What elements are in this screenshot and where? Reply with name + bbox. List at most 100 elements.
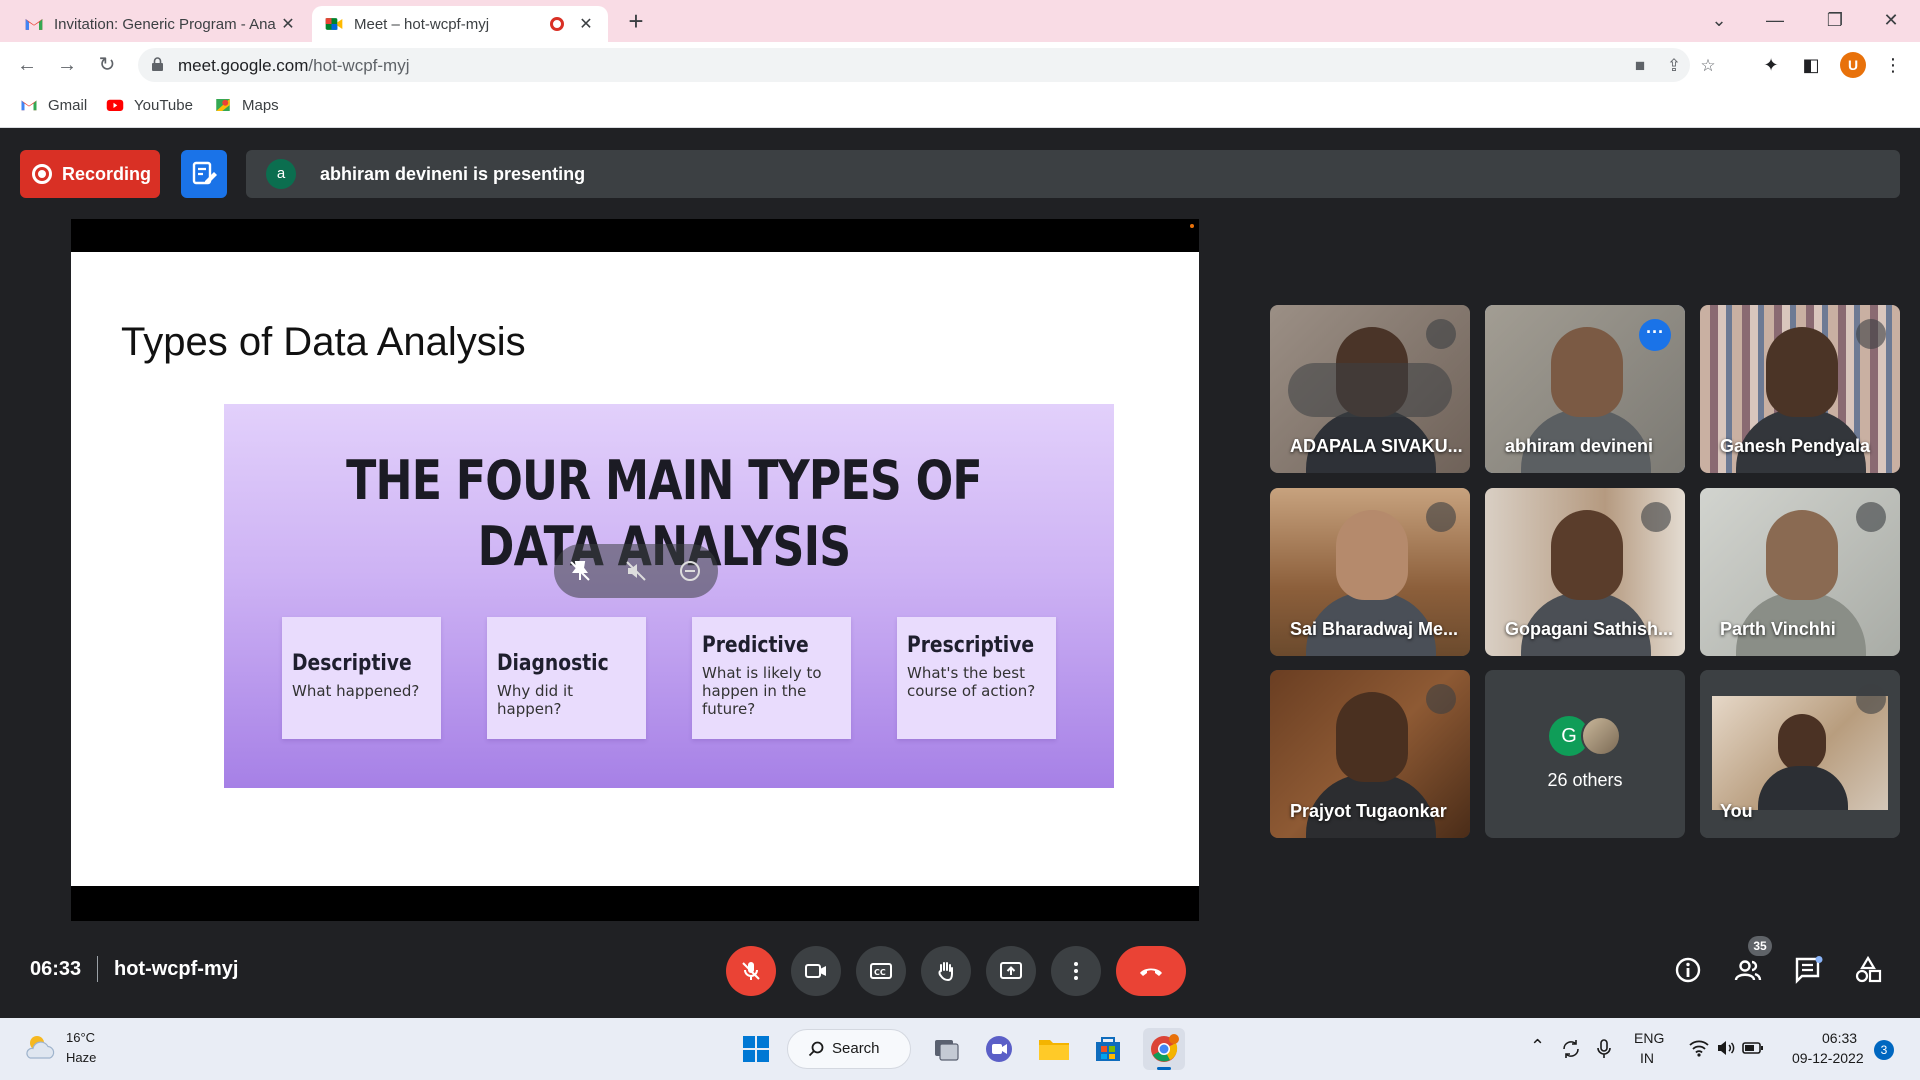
maps-icon bbox=[216, 99, 230, 111]
chat-button[interactable] bbox=[1786, 948, 1830, 992]
microphone-tray-icon[interactable] bbox=[1594, 1038, 1614, 1060]
weather-condition: Haze bbox=[66, 1050, 97, 1065]
camera-toggle-button[interactable] bbox=[791, 946, 841, 996]
bookmarks-bar: Gmail YouTube Maps bbox=[0, 88, 1920, 128]
mute-audio-icon[interactable] bbox=[624, 559, 648, 583]
close-tab-icon[interactable]: ✕ bbox=[576, 14, 596, 34]
clock-time[interactable]: 06:33 bbox=[1822, 1030, 1857, 1046]
others-tile[interactable]: G 26 others bbox=[1485, 670, 1685, 838]
camera-in-use-icon[interactable]: ■ bbox=[1628, 54, 1652, 78]
tab-gmail-invitation[interactable]: Invitation: Generic Program - Ana ✕ bbox=[12, 6, 310, 42]
mic-off-icon bbox=[1641, 502, 1671, 532]
weather-temperature: 16°C bbox=[66, 1030, 96, 1045]
participant-tile[interactable]: Sai Bharadwaj Me... bbox=[1270, 488, 1470, 656]
profile-avatar[interactable]: U bbox=[1840, 52, 1866, 78]
card-description: What happened? bbox=[292, 682, 420, 700]
bookmark-star-icon[interactable]: ☆ bbox=[1696, 54, 1720, 78]
close-tab-icon[interactable]: ✕ bbox=[278, 14, 298, 34]
card-title: Diagnostic bbox=[497, 651, 609, 676]
bookmark-gmail[interactable]: Gmail bbox=[20, 96, 87, 114]
bookmark-youtube[interactable]: YouTube bbox=[106, 96, 193, 114]
tile-hover-controls[interactable] bbox=[1288, 363, 1452, 417]
volume-icon[interactable] bbox=[1716, 1038, 1736, 1058]
clock-date[interactable]: 09-12-2022 bbox=[1792, 1050, 1864, 1066]
cloud-sun-icon bbox=[26, 1036, 55, 1059]
participant-name: ADAPALA SIVAKU... bbox=[1290, 436, 1463, 456]
participant-tile-self[interactable]: You bbox=[1700, 670, 1900, 838]
presentation-slide: Types of Data Analysis THE FOUR MAIN TYP… bbox=[71, 252, 1199, 886]
weather-widget[interactable]: 16°C Haze bbox=[22, 1030, 96, 1071]
more-options-button[interactable] bbox=[1051, 946, 1101, 996]
unpin-icon[interactable] bbox=[568, 559, 592, 583]
people-icon bbox=[1734, 960, 1762, 981]
wifi-icon[interactable] bbox=[1688, 1038, 1710, 1058]
reload-button[interactable]: ↻ bbox=[92, 50, 122, 80]
bookmark-maps[interactable]: Maps bbox=[214, 96, 279, 114]
microphone-toggle-button[interactable] bbox=[726, 946, 776, 996]
sync-icon[interactable] bbox=[1560, 1038, 1582, 1060]
participant-tile[interactable]: Ganesh Pendyala bbox=[1700, 305, 1900, 473]
mic-off-icon bbox=[1426, 684, 1456, 714]
people-count-badge: 35 bbox=[1748, 936, 1772, 956]
meeting-details-button[interactable] bbox=[1666, 948, 1710, 992]
chat-icon bbox=[1795, 956, 1823, 984]
close-window-button[interactable]: ✕ bbox=[1866, 4, 1916, 36]
side-panel-icon[interactable]: ◧ bbox=[1798, 52, 1824, 78]
leave-call-button[interactable] bbox=[1116, 946, 1186, 996]
browser-toolbar: ← → ↻ meet.google.com/hot-wcpf-myj ■ ⇪ ☆… bbox=[0, 42, 1920, 88]
participant-tile[interactable]: Parth Vinchhi bbox=[1700, 488, 1900, 656]
more-options-icon[interactable]: ··· bbox=[1639, 319, 1671, 351]
new-tab-button[interactable]: + bbox=[620, 6, 652, 38]
slide-infographic: THE FOUR MAIN TYPES OF DATA ANALYSIS Des… bbox=[224, 404, 1114, 788]
card-diagnostic: Diagnostic Why did it happen? bbox=[487, 617, 646, 739]
minimize-button[interactable]: — bbox=[1750, 4, 1800, 36]
screen-indicator-dot bbox=[1190, 224, 1194, 228]
share-icon[interactable]: ⇪ bbox=[1662, 54, 1686, 78]
menu-kebab-icon[interactable]: ⋮ bbox=[1880, 52, 1906, 78]
card-description: What's the best course of action? bbox=[907, 664, 1036, 700]
heading-line-1: THE FOUR MAIN TYPES OF bbox=[346, 449, 983, 512]
card-title: Predictive bbox=[702, 633, 809, 658]
tab-title: Invitation: Generic Program - Ana bbox=[54, 15, 276, 33]
tab-title: Meet – hot-wcpf-myj bbox=[354, 15, 490, 33]
participant-tile[interactable]: ADAPALA SIVAKU... bbox=[1270, 305, 1470, 473]
show-hidden-icons-chevron[interactable]: ⌃ bbox=[1530, 1036, 1545, 1057]
back-button[interactable]: ← bbox=[12, 50, 42, 80]
remove-icon[interactable] bbox=[678, 559, 702, 583]
address-bar[interactable]: meet.google.com/hot-wcpf-myj ■ ⇪ ☆ bbox=[138, 48, 1716, 82]
start-button[interactable] bbox=[735, 1028, 777, 1070]
recording-icon bbox=[32, 164, 52, 184]
forward-button[interactable]: → bbox=[52, 50, 82, 80]
participant-tile[interactable]: Gopagani Sathish... bbox=[1485, 488, 1685, 656]
gmail-icon bbox=[25, 19, 43, 30]
activities-shapes-icon bbox=[1855, 956, 1882, 983]
present-screen-button[interactable] bbox=[986, 946, 1036, 996]
teams-chat-button[interactable] bbox=[978, 1028, 1020, 1070]
raise-hand-button[interactable] bbox=[921, 946, 971, 996]
language-line-2[interactable]: IN bbox=[1640, 1050, 1654, 1066]
microsoft-store-button[interactable] bbox=[1087, 1028, 1129, 1070]
mic-off-icon bbox=[1856, 502, 1886, 532]
take-notes-button[interactable] bbox=[181, 150, 227, 198]
recording-chip[interactable]: Recording bbox=[20, 150, 160, 198]
participant-tile[interactable]: Prajyot Tugaonkar bbox=[1270, 670, 1470, 838]
shared-screen[interactable]: Types of Data Analysis THE FOUR MAIN TYP… bbox=[71, 219, 1199, 921]
participant-face bbox=[1336, 692, 1408, 782]
participant-face bbox=[1551, 327, 1623, 417]
taskbar-search[interactable]: Search bbox=[787, 1029, 911, 1069]
activities-button[interactable] bbox=[1846, 948, 1890, 992]
battery-icon[interactable] bbox=[1742, 1040, 1764, 1056]
chrome-taskbar-button[interactable] bbox=[1143, 1028, 1185, 1070]
tab-search-chevron-icon[interactable]: ⌄ bbox=[1694, 4, 1744, 36]
file-explorer-button[interactable] bbox=[1033, 1028, 1075, 1070]
notifications-badge[interactable]: 3 bbox=[1874, 1040, 1894, 1060]
participant-tile-active[interactable]: ··· abhiram devineni bbox=[1485, 305, 1685, 473]
card-descriptive: Descriptive What happened? bbox=[282, 617, 441, 739]
task-view-button[interactable] bbox=[925, 1028, 967, 1070]
participant-name: You bbox=[1720, 801, 1753, 821]
extensions-icon[interactable]: ✦ bbox=[1758, 52, 1784, 78]
language-line-1[interactable]: ENG bbox=[1634, 1030, 1664, 1046]
captions-button[interactable]: CC bbox=[856, 946, 906, 996]
tab-meet[interactable]: Meet – hot-wcpf-myj ✕ bbox=[312, 6, 608, 42]
restore-button[interactable]: ❐ bbox=[1810, 4, 1860, 36]
